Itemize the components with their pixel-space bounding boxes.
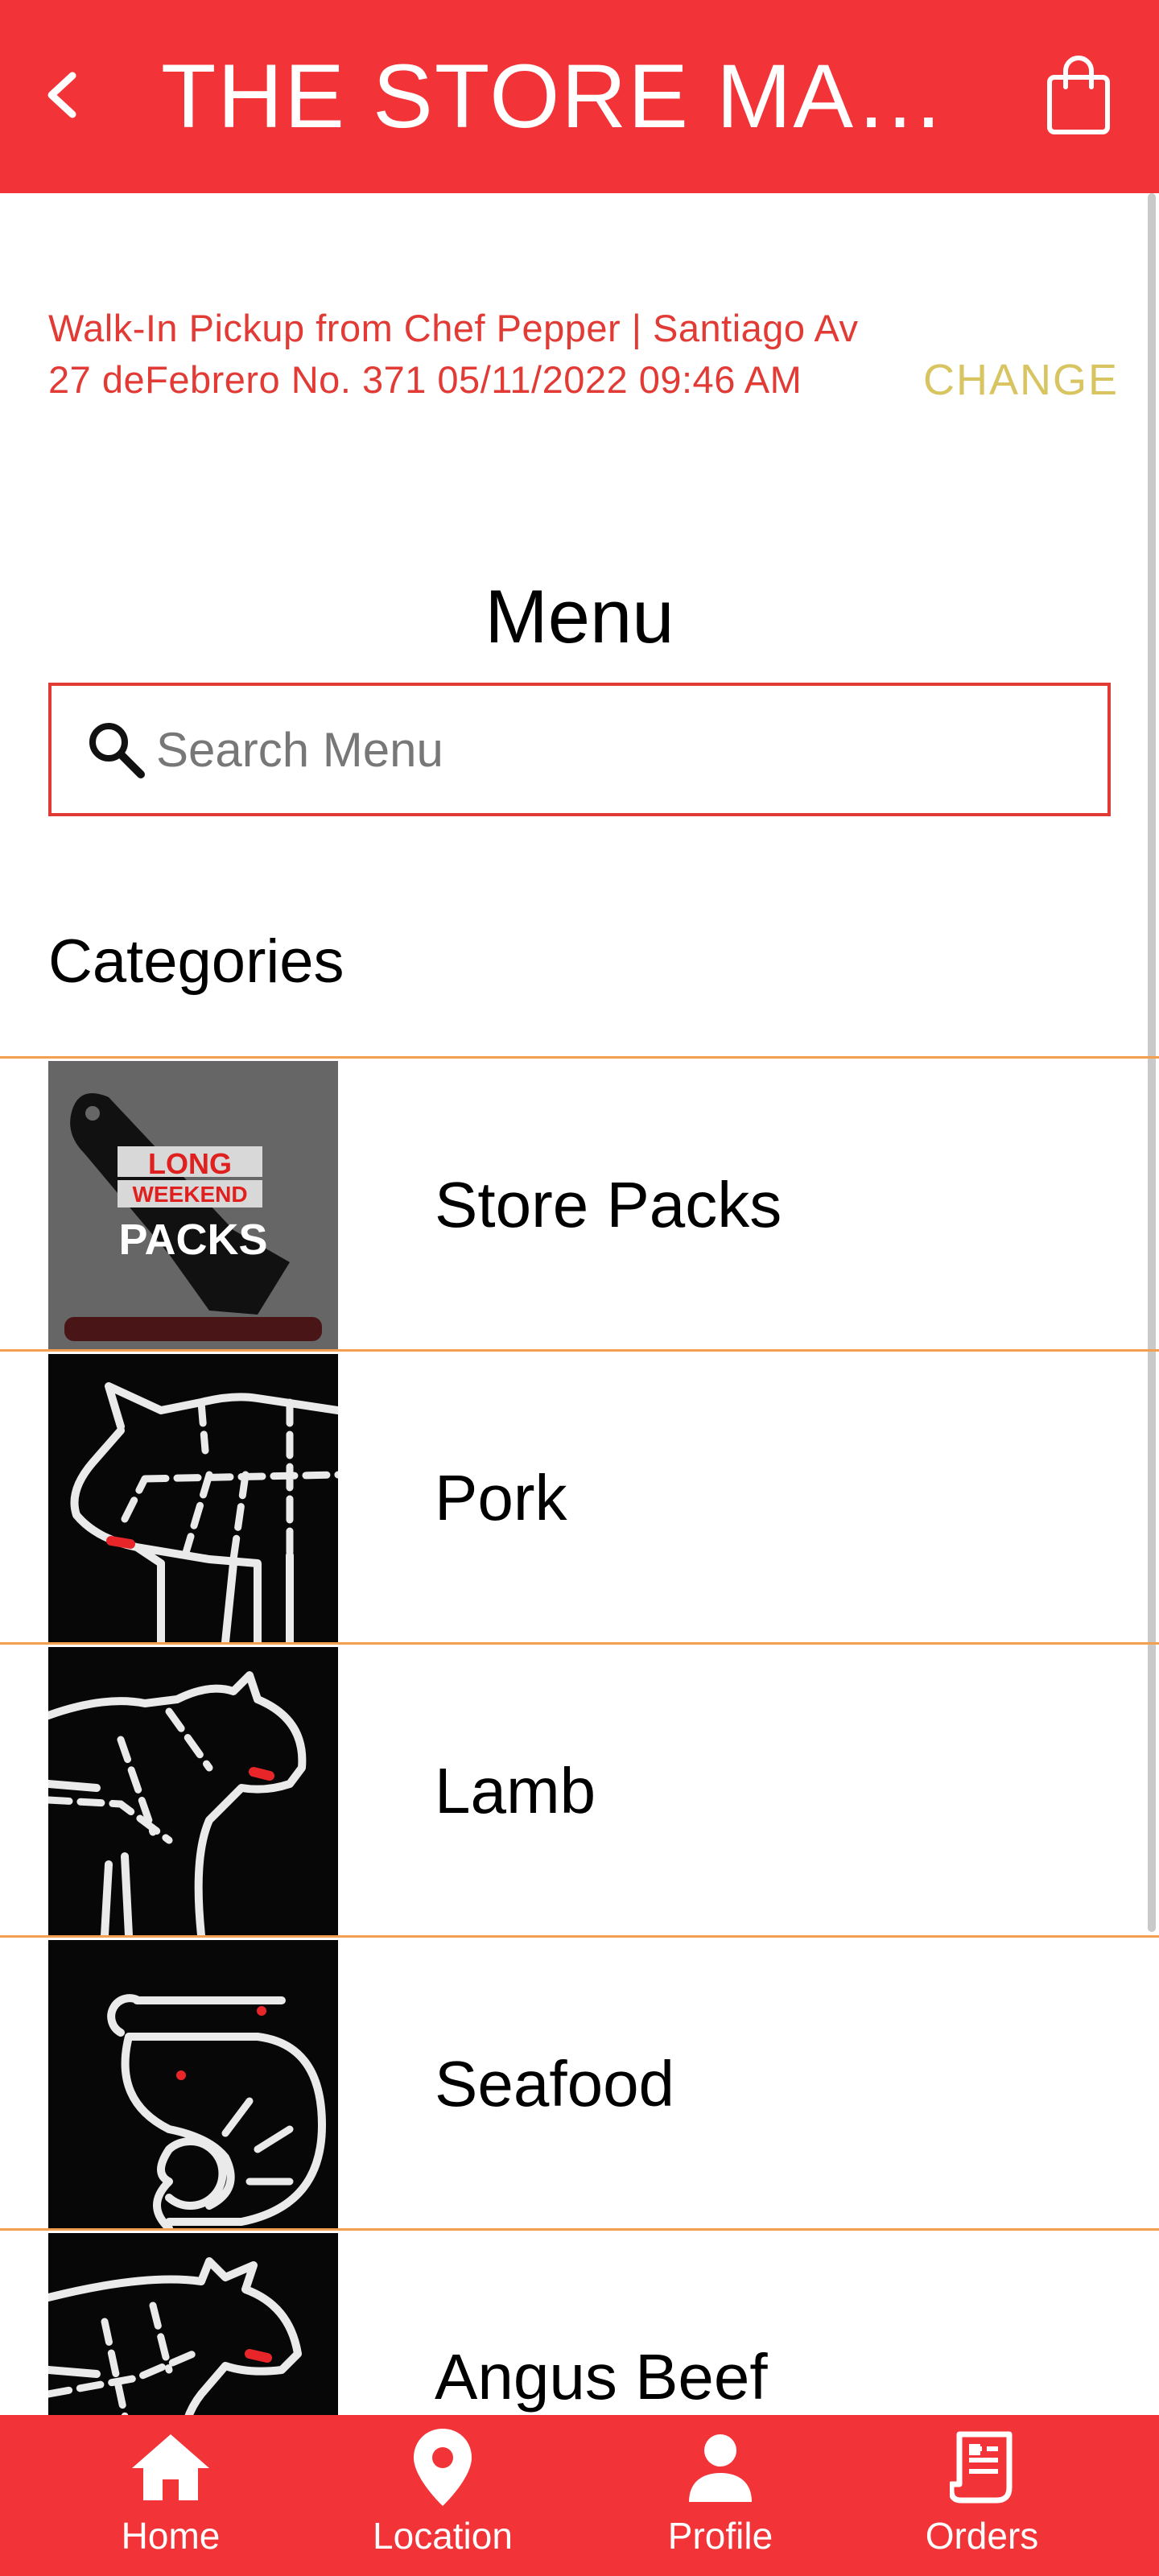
bottom-navigation: Home Location Profile Orders xyxy=(0,2415,1159,2576)
thumb-line-packs: PACKS xyxy=(118,1216,267,1264)
category-row-lamb[interactable]: Lamb xyxy=(0,1642,1159,1935)
change-pickup-button[interactable]: CHANGE xyxy=(918,354,1119,406)
search-box[interactable] xyxy=(48,683,1111,816)
store-title: THE STORE MARKET xyxy=(161,46,982,147)
nav-label: Orders xyxy=(925,2515,1039,2557)
category-label: Store Packs xyxy=(435,1169,782,1241)
back-button[interactable] xyxy=(32,61,90,132)
nav-profile[interactable]: Profile xyxy=(644,2415,797,2576)
category-row-store-packs[interactable]: LONG WEEKEND PACKS Store Packs xyxy=(0,1056,1159,1349)
home-icon xyxy=(122,2423,219,2512)
menu-heading: Menu xyxy=(485,574,674,658)
thumb-line-long: LONG xyxy=(148,1147,232,1180)
category-row-seafood[interactable]: Seafood xyxy=(0,1935,1159,2228)
app-bar: THE STORE MARKET xyxy=(0,0,1159,193)
chevron-left-icon xyxy=(43,69,79,125)
nav-home[interactable]: Home xyxy=(106,2415,235,2576)
nav-label: Profile xyxy=(667,2515,773,2557)
nav-label: Home xyxy=(121,2515,221,2557)
category-label: Pork xyxy=(435,1462,567,1534)
receipt-icon xyxy=(934,2423,1030,2512)
pig-cuts-icon xyxy=(48,1354,338,1642)
thumb-line-weekend: WEEKEND xyxy=(132,1182,247,1207)
long-weekend-packs-image: LONG WEEKEND PACKS xyxy=(48,1061,338,1349)
person-icon xyxy=(672,2423,769,2512)
category-label: Seafood xyxy=(435,2048,675,2120)
nav-location[interactable]: Location xyxy=(354,2415,531,2576)
search-icon xyxy=(84,717,148,782)
pickup-info: Walk-In Pickup from Chef Pepper | Santia… xyxy=(48,307,859,401)
shopping-bag-icon xyxy=(1045,53,1112,141)
nav-label: Location xyxy=(373,2515,513,2557)
nav-orders[interactable]: Orders xyxy=(909,2415,1054,2576)
shrimp-icon xyxy=(48,1940,338,2228)
category-row-pork[interactable]: Pork xyxy=(0,1349,1159,1642)
categories-heading: Categories xyxy=(48,927,344,996)
search-input[interactable] xyxy=(148,686,1107,813)
category-label: Lamb xyxy=(435,1755,596,1827)
location-pin-icon xyxy=(394,2423,491,2512)
lamb-cuts-icon xyxy=(48,1647,338,1935)
cart-button[interactable] xyxy=(1038,48,1119,145)
